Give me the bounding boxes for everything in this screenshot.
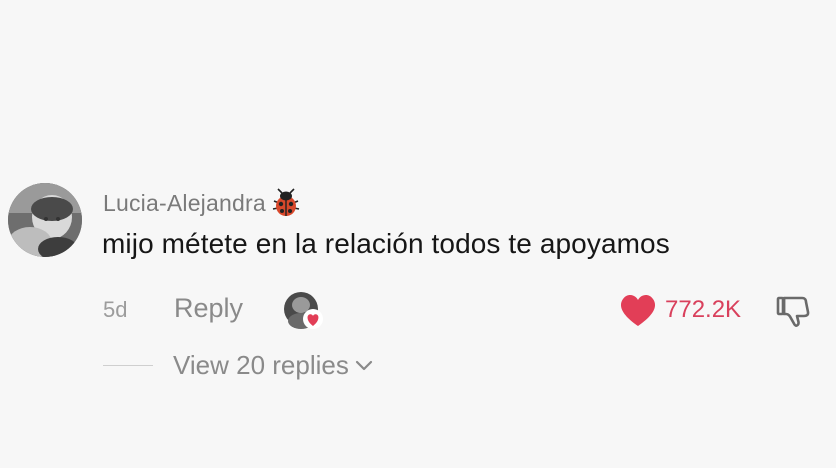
view-replies-label: View 20 replies xyxy=(173,349,349,380)
heart-icon xyxy=(620,294,656,326)
comment-screen: Lucia-Alejandra mijo métete en la relaci… xyxy=(0,0,836,468)
chevron-down-icon xyxy=(355,360,372,371)
comment-text: mijo métete en la relación todos te apoy… xyxy=(102,228,670,259)
avatar-photo xyxy=(8,183,82,257)
like-button[interactable]: 772.2K xyxy=(618,290,741,330)
divider xyxy=(103,364,153,366)
replies-section: View 20 replies xyxy=(103,348,373,382)
comment-actions: 5d Reply 772.2K xyxy=(103,288,823,332)
avatar[interactable] xyxy=(8,183,82,257)
username-row: Lucia-Alejandra xyxy=(103,186,302,220)
username[interactable]: Lucia-Alejandra xyxy=(103,190,266,217)
timestamp: 5d xyxy=(103,297,128,322)
reply-button[interactable]: Reply xyxy=(174,293,243,324)
like-count: 772.2K xyxy=(665,296,742,323)
thumbs-down-icon[interactable] xyxy=(775,293,815,329)
creator-liked-icon xyxy=(284,292,323,329)
view-replies-button[interactable]: View 20 replies xyxy=(173,350,373,381)
ladybug-icon xyxy=(272,188,299,216)
